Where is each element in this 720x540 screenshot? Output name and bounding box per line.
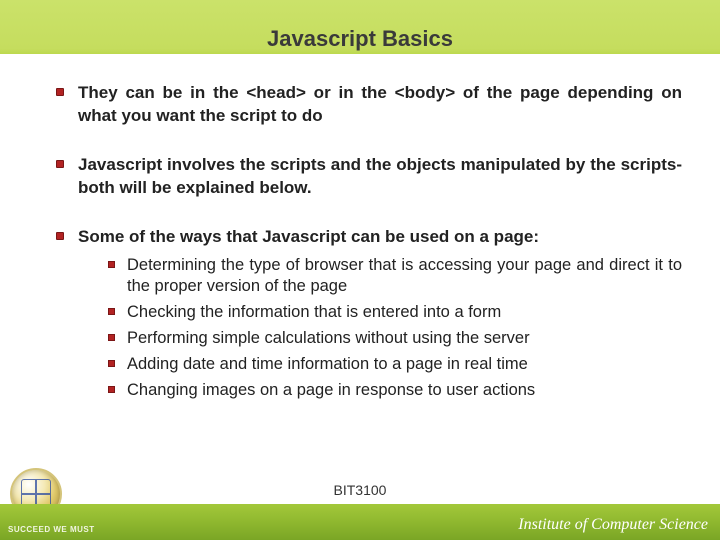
sub-item: Changing images on a page in response to… <box>78 380 682 402</box>
bullet-item: Some of the ways that Javascript can be … <box>56 226 682 406</box>
sub-item: Performing simple calculations without u… <box>78 328 682 350</box>
sub-text: Adding date and time information to a pa… <box>127 354 682 376</box>
sub-bullet-icon <box>108 261 115 268</box>
sub-text: Determining the type of browser that is … <box>127 255 682 299</box>
sub-text: Changing images on a page in response to… <box>127 380 682 402</box>
sub-bullet-icon <box>108 308 115 315</box>
sub-item: Checking the information that is entered… <box>78 302 682 324</box>
sub-item: Determining the type of browser that is … <box>78 255 682 299</box>
sub-bullet-icon <box>108 360 115 367</box>
bullet-item: Javascript involves the scripts and the … <box>56 154 682 200</box>
bullet-text: Javascript involves the scripts and the … <box>78 154 682 200</box>
motto-text: SUCCEED WE MUST <box>8 525 95 534</box>
slide-title: Javascript Basics <box>0 26 720 52</box>
bullet-icon <box>56 88 64 96</box>
bullet-text: Some of the ways that Javascript can be … <box>78 226 682 249</box>
bullet-item: They can be in the <head> or in the <bod… <box>56 82 682 128</box>
department-name: Institute of Computer Science <box>518 516 708 534</box>
bullet-icon <box>56 232 64 240</box>
sub-bullet-icon <box>108 386 115 393</box>
sub-text: Checking the information that is entered… <box>127 302 682 324</box>
content-area: They can be in the <head> or in the <bod… <box>56 82 682 405</box>
footer-bar: SUCCEED WE MUST Institute of Computer Sc… <box>0 504 720 540</box>
sub-list: Determining the type of browser that is … <box>78 255 682 402</box>
sub-item: Adding date and time information to a pa… <box>78 354 682 376</box>
slide: Javascript Basics They can be in the <he… <box>0 0 720 540</box>
bullet-icon <box>56 160 64 168</box>
sub-bullet-icon <box>108 334 115 341</box>
course-code: BIT3100 <box>0 482 720 498</box>
sub-text: Performing simple calculations without u… <box>127 328 682 350</box>
bullet-text: They can be in the <head> or in the <bod… <box>78 82 682 128</box>
